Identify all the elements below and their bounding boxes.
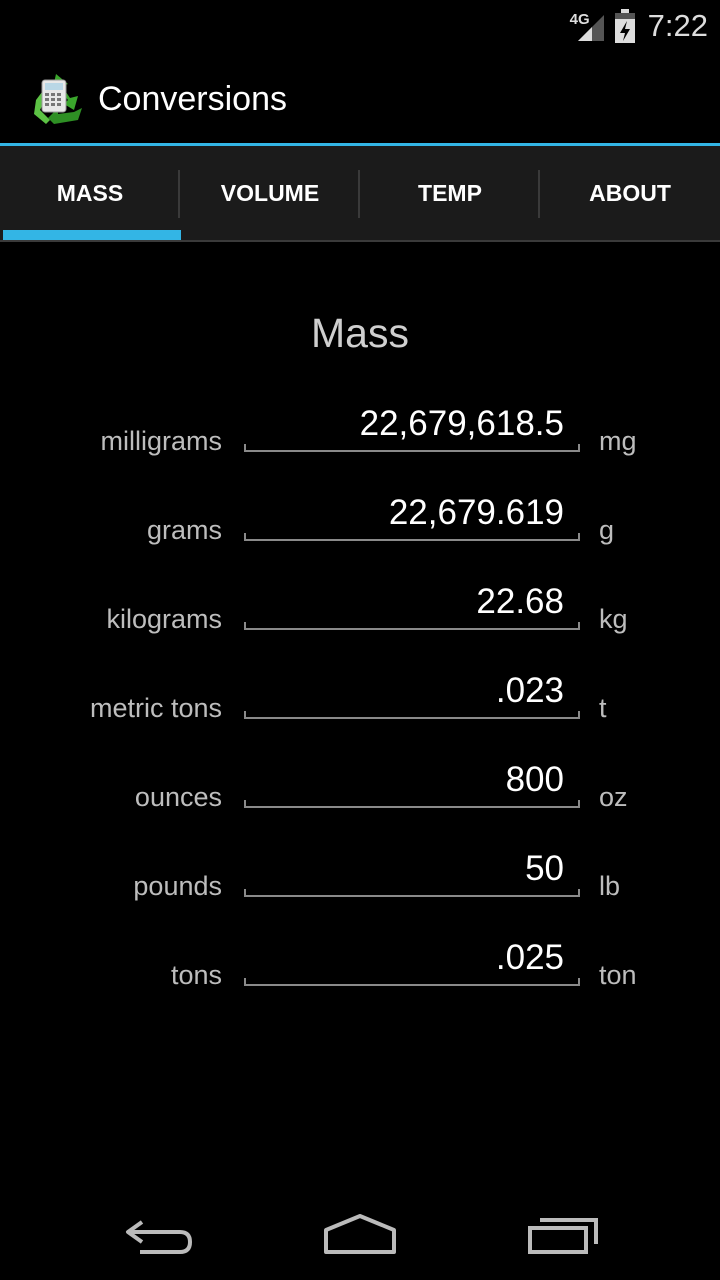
row-milligrams: milligrams 22,679,618.5 mg — [0, 390, 720, 479]
tab-label: MASS — [56, 179, 124, 206]
tab-label: ABOUT — [589, 179, 671, 206]
unit-label: metric tons — [89, 693, 222, 723]
conversion-list: milligrams 22,679,618.5 mg grams 22,679.… — [0, 390, 720, 1013]
unit-symbol: ton — [599, 960, 637, 990]
input-value: .023 — [495, 671, 564, 710]
row-metric-tons: metric tons .023 t — [0, 657, 720, 746]
tab-mass[interactable]: MASS — [0, 146, 181, 240]
milligrams-input[interactable]: 22,679,618.5 — [244, 400, 580, 452]
grams-input[interactable]: 22,679.619 — [244, 489, 580, 541]
action-bar: Conversions — [0, 50, 720, 144]
status-bar: 4G 7:22 — [0, 0, 720, 50]
row-grams: grams 22,679.619 g — [0, 479, 720, 568]
tab-label: TEMP — [418, 179, 482, 206]
unit-symbol: kg — [599, 604, 628, 634]
input-value: .025 — [495, 938, 564, 977]
unit-label: kilograms — [106, 604, 222, 634]
input-value: 22.68 — [476, 582, 564, 621]
unit-symbol: oz — [599, 782, 628, 812]
tab-about[interactable]: ABOUT — [540, 146, 720, 240]
app-title: Conversions — [98, 80, 287, 118]
network-type: 4G — [569, 11, 590, 28]
recents-icon[interactable] — [524, 1204, 604, 1260]
tab-label: VOLUME — [220, 179, 320, 206]
navigation-bar — [0, 1184, 720, 1280]
unit-symbol: g — [599, 515, 615, 545]
row-pounds: pounds 50 lb — [0, 835, 720, 924]
status-time: 7:22 — [647, 8, 708, 43]
unit-symbol: t — [599, 693, 607, 723]
input-value: 22,679.619 — [388, 493, 564, 532]
tab-temp[interactable]: TEMP — [360, 146, 540, 240]
input-value: 50 — [525, 849, 564, 888]
input-value: 22,679,618.5 — [359, 404, 564, 443]
row-ounces: ounces 800 oz — [0, 746, 720, 835]
unit-label: tons — [170, 960, 222, 990]
kilograms-input[interactable]: 22.68 — [244, 578, 580, 630]
tab-selected-indicator — [3, 230, 181, 240]
unit-label: milligrams — [100, 426, 223, 456]
unit-symbol: lb — [599, 871, 621, 901]
status-icons: 4G 7:22 — [570, 6, 708, 46]
unit-symbol: mg — [599, 426, 637, 456]
row-kilograms: kilograms 22.68 kg — [0, 568, 720, 657]
tons-input[interactable]: .025 — [244, 934, 580, 986]
ounces-input[interactable]: 800 — [244, 756, 580, 808]
section-title: Mass — [311, 310, 409, 356]
back-icon[interactable] — [120, 1204, 200, 1260]
unit-label: ounces — [134, 782, 222, 812]
home-icon[interactable] — [320, 1204, 400, 1260]
tab-bar: MASS VOLUME TEMP ABOUT — [0, 146, 720, 242]
input-value: 800 — [505, 760, 564, 799]
row-tons: tons .025 ton — [0, 924, 720, 1013]
signal-icon: 4G — [570, 9, 606, 43]
metric-tons-input[interactable]: .023 — [244, 667, 580, 719]
unit-label: grams — [146, 515, 222, 545]
recycle-calculator-icon[interactable] — [28, 70, 84, 126]
tab-volume[interactable]: VOLUME — [180, 146, 360, 240]
unit-label: pounds — [133, 871, 222, 901]
battery-icon — [614, 9, 636, 43]
pounds-input[interactable]: 50 — [244, 845, 580, 897]
